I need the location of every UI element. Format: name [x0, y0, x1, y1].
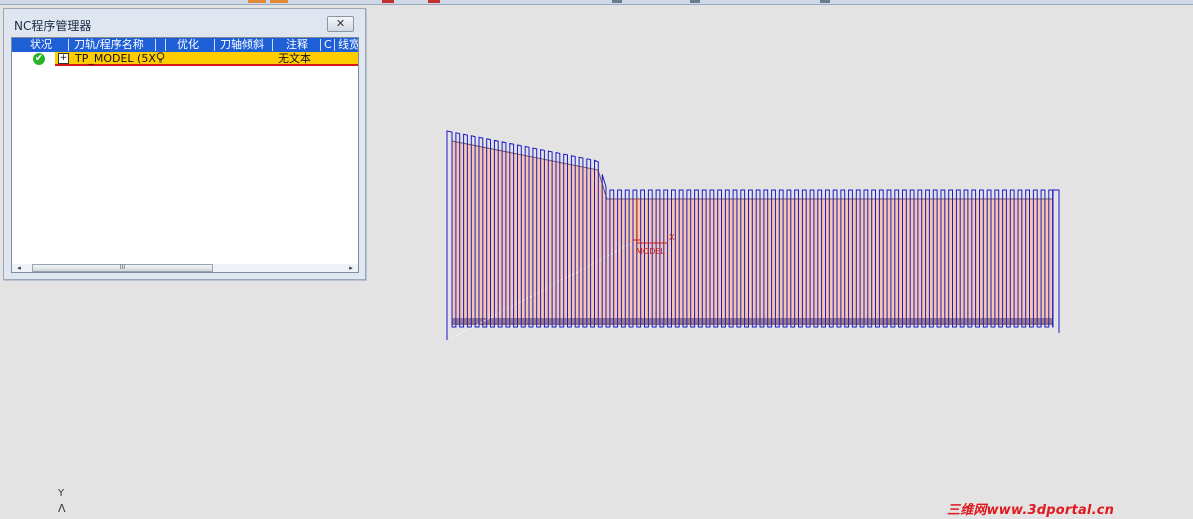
column-line-width[interactable]: 线宽	[338, 38, 358, 52]
column-optimize[interactable]: 优化	[177, 38, 199, 52]
nc-program-manager-dialog[interactable]: NC程序管理器 ✕ 状况 刀轨/程序名称 优化 刀轴倾斜 注释 C 线宽 ✔ +…	[3, 8, 366, 280]
green-check-icon: ✔	[33, 53, 45, 65]
watermark-logo: 三维网www.3dportal.cn	[947, 503, 1115, 518]
column-toolpath-name[interactable]: 刀轨/程序名称	[74, 38, 144, 52]
dialog-title: NC程序管理器	[14, 19, 92, 33]
program-comment: 无文本	[278, 52, 311, 65]
scroll-right-icon[interactable]: ▸	[346, 264, 356, 272]
x-axis-label: X	[669, 233, 675, 242]
view-triad-axis-icon: Λ	[58, 502, 66, 515]
lightbulb-icon[interactable]	[156, 52, 165, 64]
column-status[interactable]: 状况	[30, 38, 52, 52]
model-csys-label: MODEL	[636, 247, 665, 256]
view-triad-y-label: Y	[58, 488, 65, 499]
column-c[interactable]: C	[324, 38, 332, 52]
program-tree[interactable]: 状况 刀轨/程序名称 优化 刀轴倾斜 注释 C 线宽 ✔ + TP_MODEL …	[11, 37, 359, 273]
column-comment[interactable]: 注释	[286, 38, 308, 52]
close-button[interactable]: ✕	[327, 16, 354, 32]
program-row[interactable]: ✔ + TP_MODEL (5X 无文本	[12, 52, 358, 66]
expand-icon[interactable]: +	[58, 53, 69, 64]
column-tool-axis-tilt[interactable]: 刀轴倾斜	[220, 38, 264, 52]
program-name: TP_MODEL (5X	[75, 52, 156, 65]
horizontal-scrollbar[interactable]: ◂ III ▸	[12, 264, 358, 272]
tree-header: 状况 刀轨/程序名称 优化 刀轴倾斜 注释 C 线宽	[12, 38, 358, 52]
scroll-thumb[interactable]: III	[32, 264, 213, 272]
scroll-left-icon[interactable]: ◂	[14, 264, 24, 272]
